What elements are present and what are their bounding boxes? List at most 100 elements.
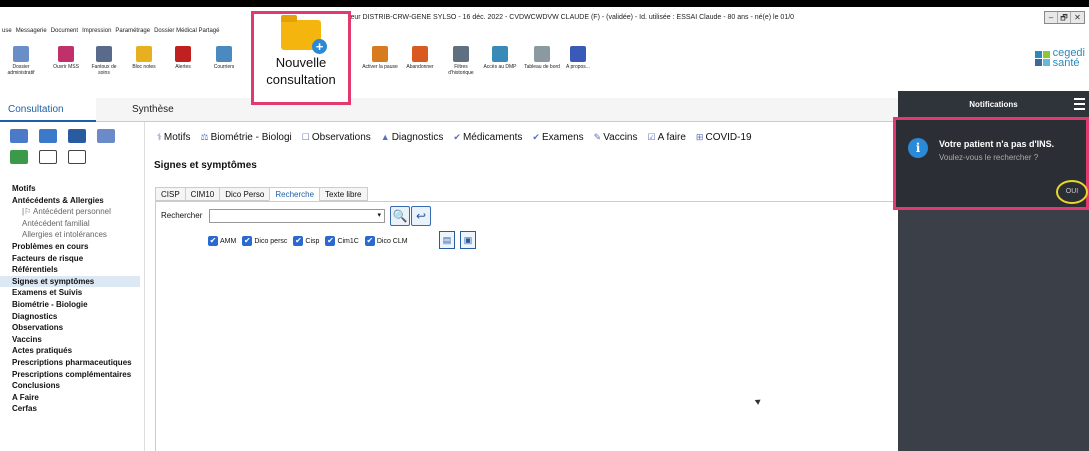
sidebar-item[interactable]: |⚐ Antécédent personnel [12,206,140,218]
category-tab[interactable]: ⚕ Motifs [157,132,191,143]
subtab-cim10[interactable]: CIM10 [184,187,220,201]
oui-button[interactable]: OUI [1056,180,1088,204]
nouvelle-consultation-label: Nouvelle consultation [266,55,336,87]
check-amm[interactable]: ✔ AMM [208,236,236,246]
check-cim10[interactable]: ✔ Cim1C [325,236,359,246]
menu-item[interactable]: Messagerie [16,28,47,40]
category-tab[interactable]: ☑ A faire [647,132,685,143]
check-cisp[interactable]: ✔ Cisp [293,236,319,246]
sidebar-item[interactable]: Cerfas [12,403,140,415]
dmp-icon [492,46,508,62]
category-tab[interactable]: ✔ Médicaments [453,132,522,143]
menu-item[interactable]: Document [51,28,78,40]
tool-activer-pause[interactable]: Activer la pause [362,46,398,70]
sidebar-item[interactable]: Conclusions [12,380,140,392]
save-button[interactable]: ▣ [460,231,476,249]
title-bar: cteur DISTRIB-CRW-GENE SYLSO - 16 déc. 2… [0,7,1089,28]
pause-icon [372,46,388,62]
tool-tableau-de-bord[interactable]: Tableau de bord [524,46,560,70]
tool-alertes[interactable]: Alertes [165,46,201,70]
alert-icon [175,46,191,62]
search-select[interactable]: ▾ [209,209,385,223]
sidebar-item[interactable]: Observations [12,322,140,334]
notification-message: Voulez-vous le rechercher ? [939,153,1039,162]
category-icon: ▲ [380,131,390,142]
tool-filtres-historique[interactable]: Filtres d'historique [443,46,479,76]
hamburger-menu-icon[interactable] [1074,98,1085,113]
sidebar-item[interactable]: Examens et Suivis [12,287,140,299]
checkbox-checked-icon: ✔ [325,236,336,246]
tool-fantoux-de-soins[interactable]: Fantoux de soins [86,46,122,76]
sidebar-item[interactable]: Prescriptions complémentaires [12,369,140,381]
subtab-dico-perso[interactable]: Dico Perso [219,187,270,201]
notification-title: Votre patient n'a pas d'INS. [939,139,1055,149]
category-tab[interactable]: ⚖ Biométrie - Biologi [201,132,292,143]
search-button[interactable]: 🔍 [390,206,410,226]
restore-button[interactable]: 🗗 [1058,12,1071,23]
sidebar-item[interactable]: Facteurs de risque [12,253,140,265]
tab-synthese[interactable]: Synthèse [124,98,182,122]
document-button[interactable]: ▤ [439,231,455,249]
tool-dossier-administratif[interactable]: Dossier administratif [3,46,39,76]
menu-item[interactable]: use [2,28,12,40]
checkbox-checked-icon: ✔ [208,236,218,246]
category-tab[interactable]: ✎ Vaccins [594,132,638,143]
clipboard-check-icon[interactable] [68,150,86,164]
document-menu-icon[interactable] [97,129,115,143]
chevron-down-icon: ▾ [377,212,381,219]
category-icon: ☐ [301,131,310,142]
sidebar-item[interactable]: Biométrie - Biologie [12,299,140,311]
back-arrow-icon: ↩ [415,209,427,223]
toolbar: Dossier administratif Ouvrir MSS Fantoux… [0,41,1089,96]
subtab-texte-libre[interactable]: Texte libre [319,187,368,201]
sidebar-item[interactable]: A Faire [12,392,140,404]
question-icon [570,46,586,62]
window-title: cteur DISTRIB-CRW-GENE SYLSO - 16 déc. 2… [345,14,795,21]
pills-menu-icon[interactable] [10,129,28,143]
notifications-header: Notifications [898,91,1089,119]
nouvelle-consultation-button[interactable]: + Nouvelle consultation [251,11,351,105]
close-button[interactable]: ✕ [1071,12,1084,23]
checkbox-checked-icon: ✔ [293,236,304,246]
category-tab[interactable]: ✔ Examens [532,132,583,143]
prescription-menu-icon[interactable] [39,129,57,143]
soap-icon[interactable] [10,150,28,164]
sidebar-item[interactable]: Prescriptions pharmaceutiques [12,357,140,369]
minimize-button[interactable]: – [1045,12,1058,23]
sidebar-item[interactable]: Motifs [12,183,140,195]
sidebar-item[interactable]: Signes et symptômes [0,275,140,288]
back-button[interactable]: ↩ [411,206,431,226]
sidebar-item[interactable]: Référentiels [12,264,140,276]
menu-item[interactable]: Dossier Médical Partagé [154,28,219,40]
logo-mark [1034,50,1050,66]
sidebar-item[interactable]: Actes pratiqués [12,345,140,357]
tool-a-propos[interactable]: A propos... [560,46,596,70]
sidebar-item[interactable]: Vaccins [12,334,140,346]
left-icon-toolbar [10,129,115,171]
menu-item[interactable]: Impression [82,28,111,40]
tool-abandonner[interactable]: Abandonner [402,46,438,70]
check-dico-clm[interactable]: ✔ Dico CLM [364,236,408,246]
sidebar-item[interactable]: Antécédents & Allergies [12,195,140,207]
sidebar-item[interactable]: Allergies et intolérances [12,229,140,241]
tool-acces-dmp[interactable]: Accès au DMP [482,46,518,70]
tab-consultation[interactable]: Consultation [0,98,96,122]
tool-bloc-notes[interactable]: Bloc notes [126,46,162,70]
folder-menu-icon[interactable] [68,129,86,143]
sidebar-item[interactable]: Diagnostics [12,311,140,323]
cegedi-logo: cegedi santé [1034,48,1085,69]
menu-item[interactable]: Paramétrage [115,28,150,40]
subtab-recherche[interactable]: Recherche [269,187,320,201]
category-tab[interactable]: ▲ Diagnostics [381,132,444,143]
check-dico-perso[interactable]: ✔ Dico persc [242,236,287,246]
tool-courriers[interactable]: Courriers [206,46,242,70]
category-tab[interactable]: ☐ Observations [302,132,371,143]
category-icon: ⊞ [695,131,704,142]
category-tab[interactable]: ⊞ COVID-19 [696,132,752,143]
tool-ouvrir-mss[interactable]: Ouvrir MSS [48,46,84,70]
clipboard-icon[interactable] [39,150,57,164]
sidebar-item[interactable]: Problèmes en cours [12,241,140,253]
document-icon: ▤ [442,235,452,245]
subtab-cisp[interactable]: CISP [155,187,185,201]
sidebar-item[interactable]: Antécédent familial [12,218,140,230]
